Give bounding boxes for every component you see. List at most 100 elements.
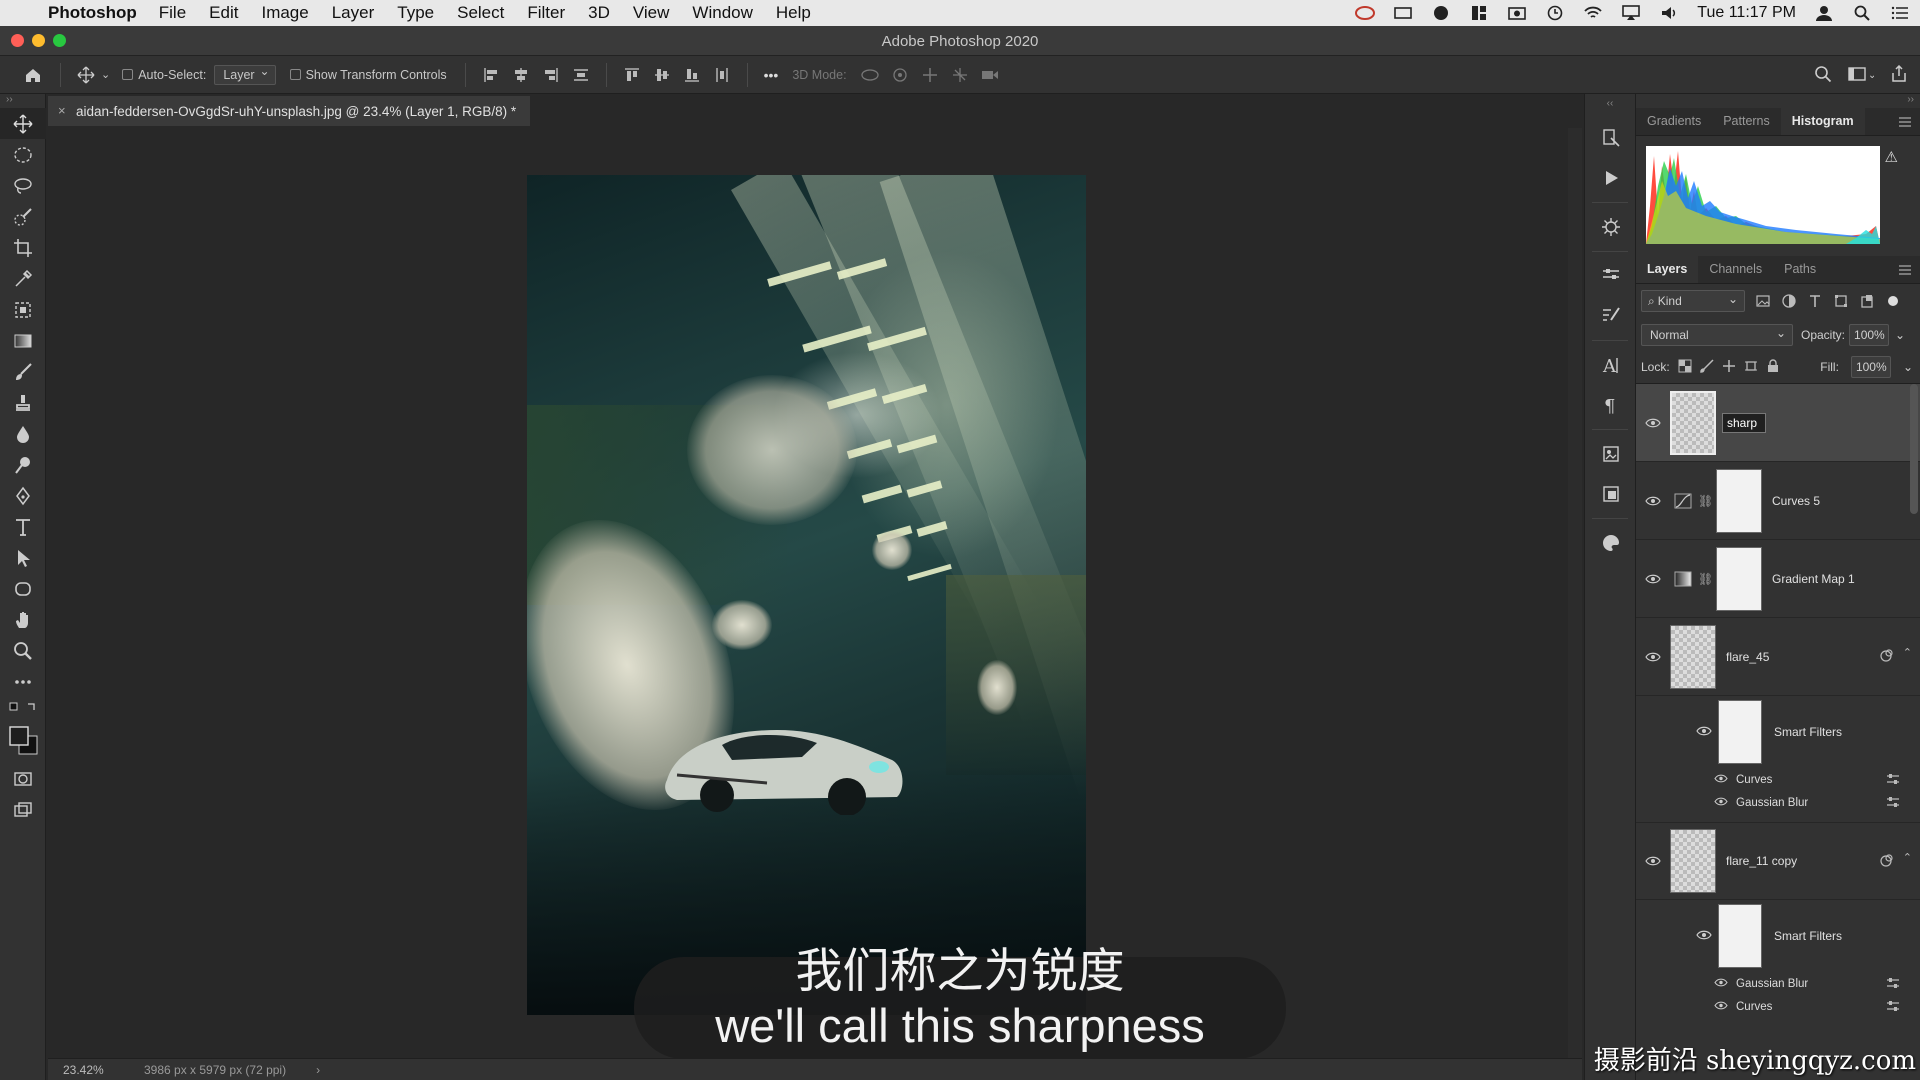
volume-icon[interactable] [1659,5,1679,21]
align-bottom-edges-icon[interactable] [683,66,701,84]
dodge-tool-icon[interactable] [0,449,46,480]
blur-tool-icon[interactable] [0,418,46,449]
screen-mode-icon[interactable] [0,794,46,825]
align-top-edges-icon[interactable] [623,66,641,84]
3d-slide-icon[interactable] [951,66,969,84]
blend-mode-dropdown[interactable]: Normal [1641,323,1793,346]
document-canvas-image[interactable] [527,175,1086,1015]
align-right-edges-icon[interactable] [542,66,560,84]
zoom-tool-icon[interactable] [0,635,46,666]
close-document-icon[interactable]: × [58,103,66,118]
frame-tool-icon[interactable] [0,294,46,325]
move-tool-icon[interactable] [0,108,46,139]
lock-artboard-icon[interactable] [1744,359,1758,376]
filter-smart-objects-icon[interactable] [1859,293,1875,309]
type-tool-icon[interactable] [0,511,46,542]
layer-row-flare-11-copy[interactable]: flare_11 copy ⌃ [1636,822,1920,900]
layer-row-sharp[interactable]: sharp [1636,384,1920,462]
canvas-vertical-scrollbar[interactable] [1568,128,1582,1058]
zoom-level[interactable]: 23.42% [48,1063,144,1077]
gradient-tool-icon[interactable] [0,325,46,356]
layer-row-flare-45[interactable]: flare_45 ⌃ [1636,618,1920,696]
tab-paths[interactable]: Paths [1773,255,1827,283]
home-icon[interactable] [16,67,50,83]
filter-blending-options-icon[interactable] [1886,773,1900,788]
actions-play-icon[interactable] [1585,158,1637,198]
tab-histogram[interactable]: Histogram [1780,107,1865,135]
collapse-tools-icon[interactable]: ›› [0,94,45,108]
opacity-chevron-icon[interactable]: ⌄ [1895,328,1905,342]
notification-center-icon[interactable] [1890,5,1910,21]
search-icon[interactable] [1814,65,1832,86]
layer-kind-filter-dropdown[interactable]: ⌕ Kind [1641,290,1745,312]
edit-toolbar-icon[interactable] [0,666,46,697]
grid-app-icon[interactable] [1469,5,1489,21]
tab-layers[interactable]: Layers [1636,255,1699,283]
document-tab[interactable]: × aidan-feddersen-OvGgdSr-uhY-unsplash.j… [48,96,531,126]
layer-name-input[interactable]: sharp [1722,412,1766,433]
menu-help[interactable]: Help [776,3,811,23]
3d-scale-video-icon[interactable] [981,66,999,84]
menu-app-name[interactable]: Photoshop [48,3,137,23]
tab-patterns[interactable]: Patterns [1712,107,1781,135]
align-vertical-centers-icon[interactable] [653,66,671,84]
auto-select-checkbox[interactable] [122,69,134,80]
menu-3d[interactable]: 3D [588,3,610,23]
filter-blending-options-icon[interactable] [1886,796,1900,811]
share-icon[interactable] [1890,64,1908,86]
tab-channels[interactable]: Channels [1698,255,1773,283]
menu-type[interactable]: Type [397,3,434,23]
lock-position-icon[interactable] [1722,359,1736,376]
hand-tool-icon[interactable] [0,604,46,635]
layer-row-gradient-map-1[interactable]: ⛓ Gradient Map 1 [1636,540,1920,618]
spotlight-search-icon[interactable] [1852,5,1872,21]
lock-transparent-pixels-icon[interactable] [1678,359,1692,376]
fill-chevron-icon[interactable]: ⌄ [1903,360,1913,374]
visibility-eye-icon[interactable] [1714,978,1728,990]
opacity-field[interactable]: 100% [1849,323,1890,346]
collapse-effects-chevron-icon[interactable]: ⌃ [1903,851,1912,864]
status-menu-arrow-icon[interactable]: › [316,1063,320,1077]
layer-mask-thumbnail[interactable] [1716,468,1762,533]
lasso-tool-icon[interactable] [0,170,46,201]
marquee-tool-icon[interactable] [0,139,46,170]
3d-panel-icon[interactable] [1585,474,1637,514]
eyedropper-tool-icon[interactable] [0,263,46,294]
layers-scrollbar-thumb[interactable] [1910,384,1918,514]
menu-select[interactable]: Select [457,3,504,23]
panel-menu-icon[interactable] [1898,116,1912,131]
pen-tool-icon[interactable] [0,480,46,511]
visibility-eye-icon[interactable] [1714,1001,1728,1013]
filter-type-layers-icon[interactable] [1807,293,1823,309]
filter-blending-options-icon[interactable] [1886,977,1900,992]
character-panel-icon[interactable]: A [1585,345,1637,385]
creative-cloud-icon[interactable] [1355,5,1376,21]
filter-row-curves[interactable]: Curves [1636,768,1920,791]
path-selection-tool-icon[interactable] [0,542,46,573]
color-wheel-panel-icon[interactable] [1585,207,1637,247]
crop-tool-icon[interactable] [0,232,46,263]
layer-row-curves-5[interactable]: ⛓ Curves 5 [1636,462,1920,540]
align-horizontal-centers-icon[interactable] [512,66,530,84]
smart-filter-mask-thumbnail[interactable] [1718,904,1762,968]
collapse-effects-chevron-icon[interactable]: ⌃ [1903,646,1912,659]
menu-edit[interactable]: Edit [209,3,238,23]
quick-selection-tool-icon[interactable] [0,201,46,232]
menu-layer[interactable]: Layer [332,3,375,23]
lock-image-pixels-icon[interactable] [1699,358,1714,376]
visibility-eye-icon[interactable] [1696,725,1712,739]
camera-icon[interactable] [1507,5,1527,21]
3d-orbit-icon[interactable] [860,66,879,84]
collapse-panels-icon[interactable]: ›› [1636,94,1920,108]
paragraph-panel-icon[interactable]: ¶ [1585,385,1637,425]
collapse-strip-icon[interactable]: ‹‹ [1585,94,1635,118]
auto-select-target-dropdown[interactable]: Layer [214,64,276,85]
screen-record-icon[interactable] [1393,5,1413,21]
menu-view[interactable]: View [633,3,670,23]
user-icon[interactable] [1814,5,1834,21]
menu-window[interactable]: Window [692,3,752,23]
visibility-eye-icon[interactable] [1636,418,1670,428]
filter-toggle-icon[interactable] [1885,293,1901,309]
clone-stamp-tool-icon[interactable] [0,387,46,418]
more-options-button[interactable]: ••• [764,67,779,83]
